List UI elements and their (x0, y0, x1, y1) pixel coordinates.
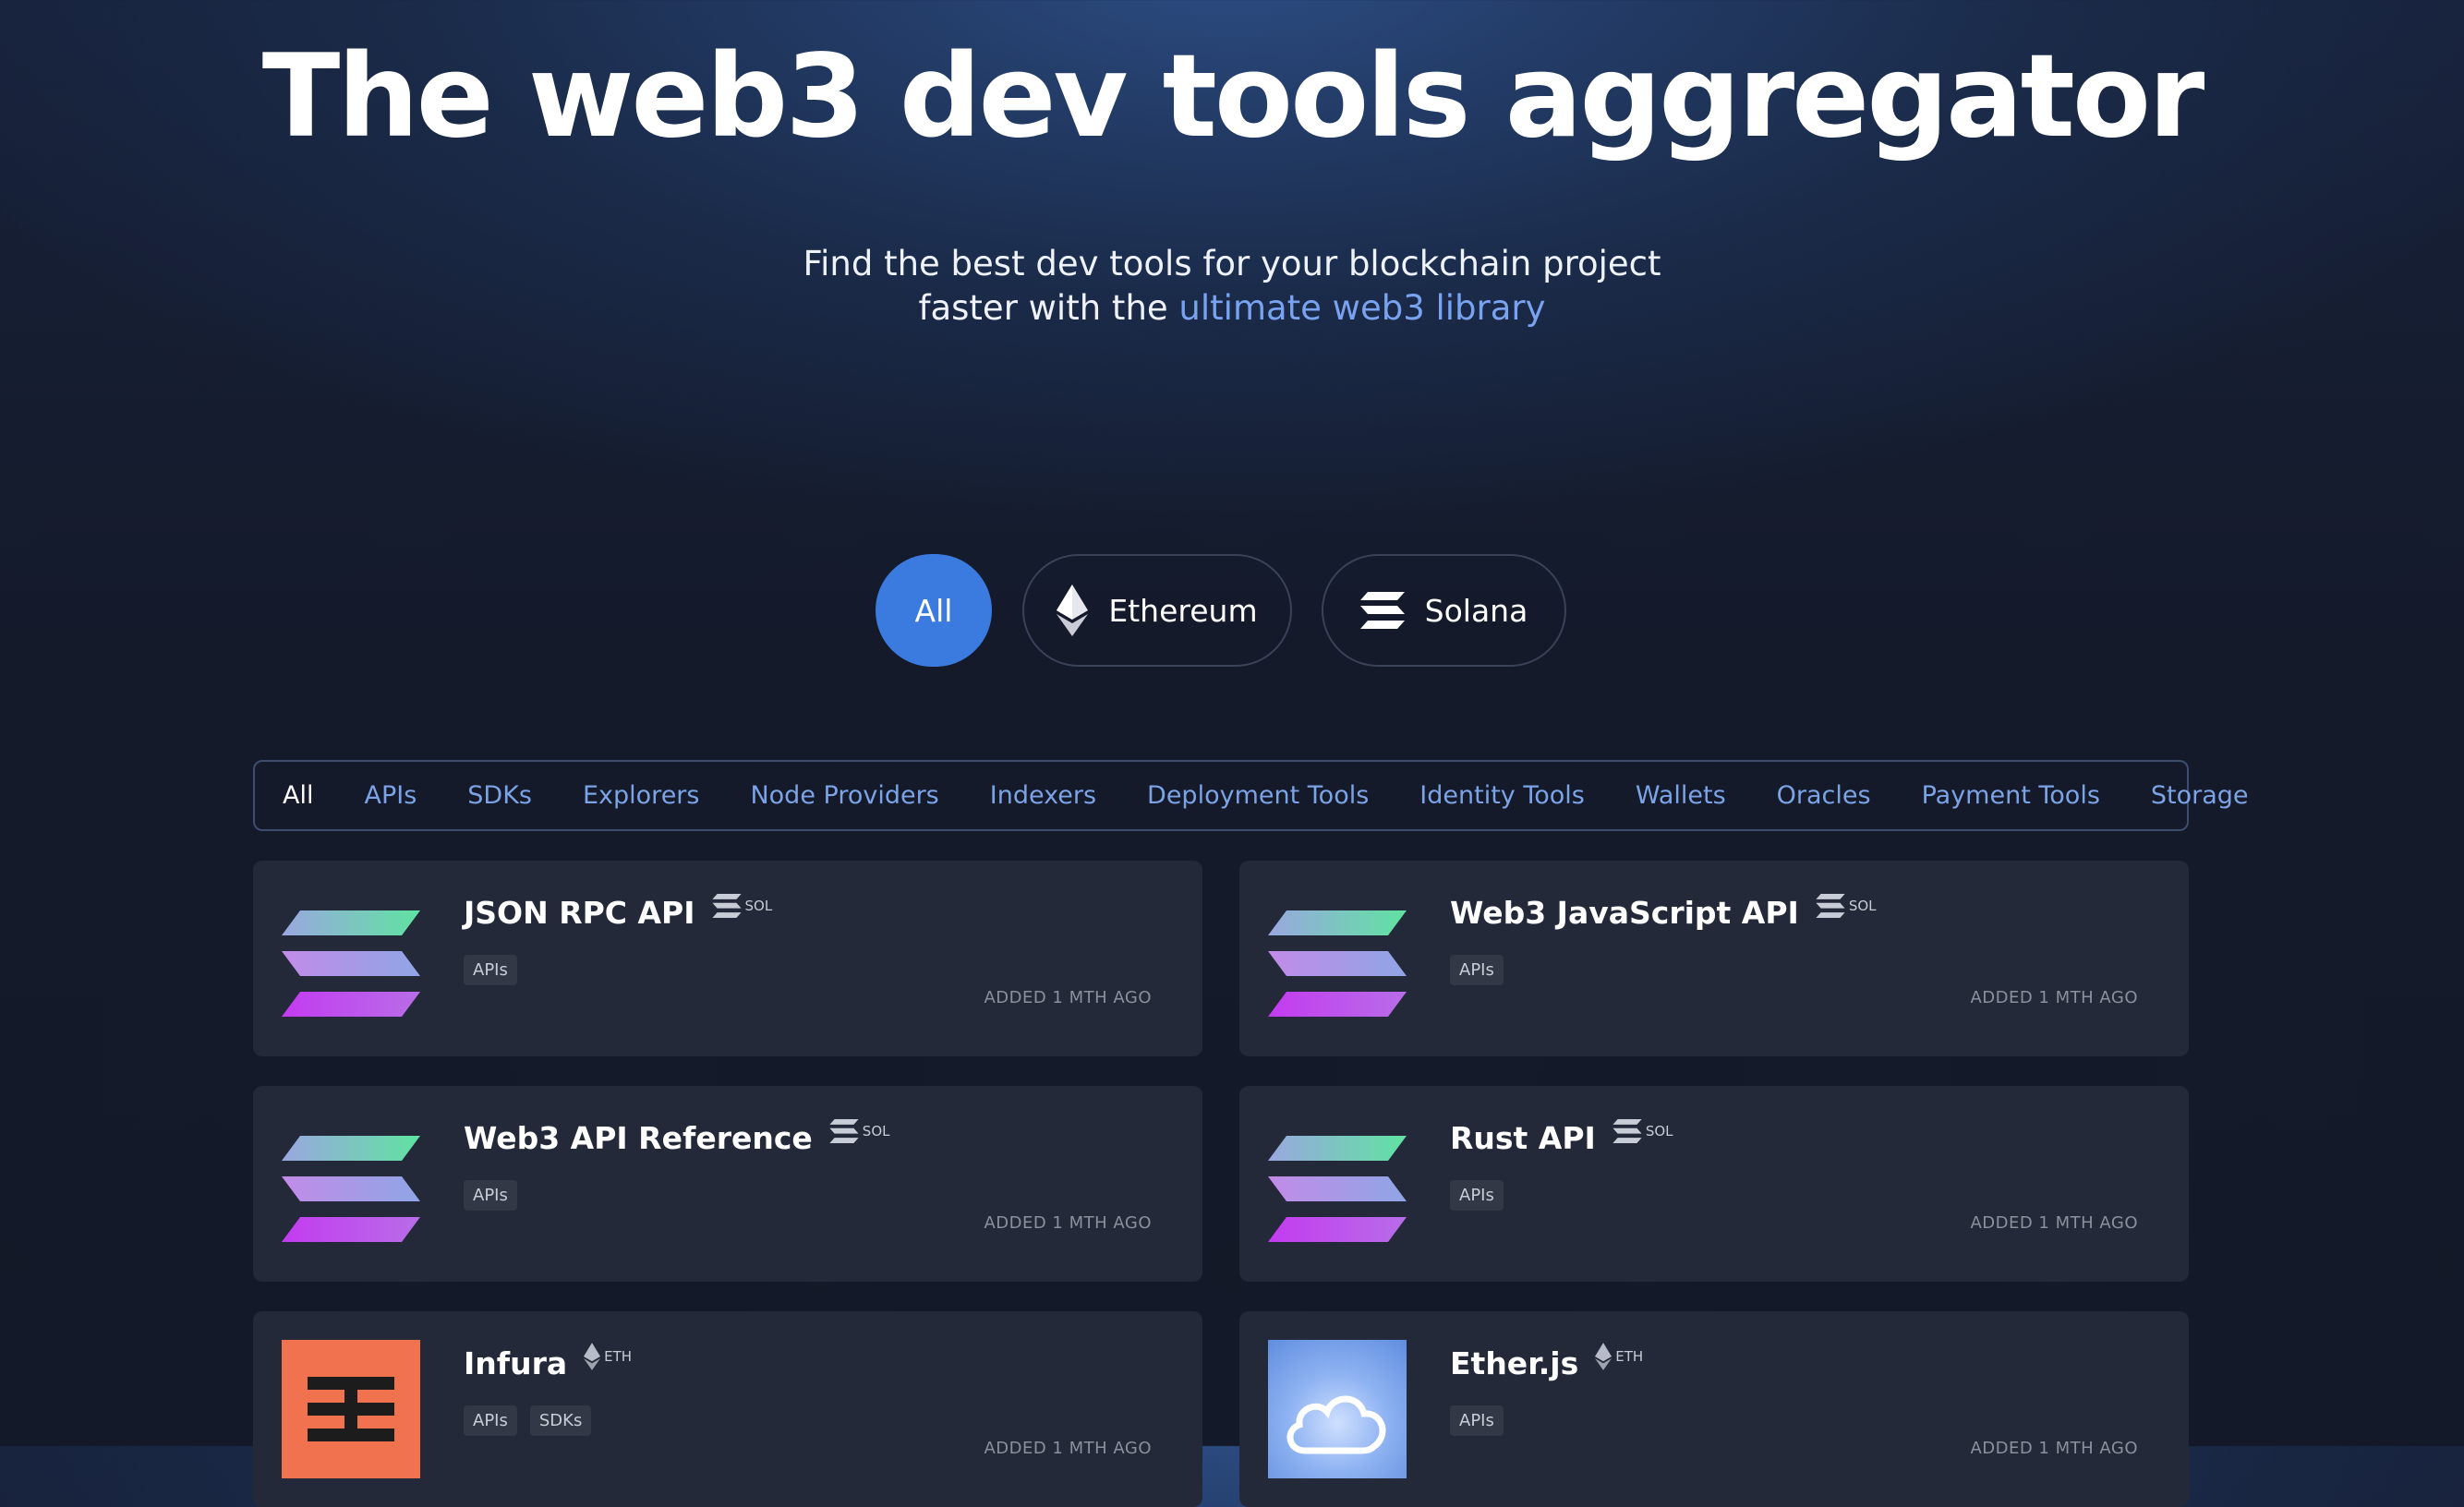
category-tab-sdks[interactable]: SDKs (467, 781, 532, 810)
solana-logo-icon (282, 889, 420, 1028)
category-tab-all[interactable]: All (283, 781, 313, 810)
chain-badge-label: SOL (862, 1123, 890, 1139)
tool-name: Ether.js (1450, 1344, 1579, 1381)
added-date: ADDED 1 MTH AGO (1970, 988, 2138, 1007)
solana-logo-icon (1268, 889, 1407, 1028)
ethereum-icon (1595, 1343, 1612, 1370)
infura-logo-icon (282, 1340, 420, 1478)
hero-subtitle-line1: Find the best dev tools for your blockch… (803, 244, 1661, 283)
cloud-logo-icon (1268, 1340, 1407, 1478)
tool-card[interactable]: JSON RPC API SOL APIs ADDED 1 MTH AGO (253, 861, 1202, 1056)
chain-badge-label: ETH (1615, 1348, 1644, 1365)
tag: SDKs (529, 1405, 592, 1436)
solana-logo-icon (1268, 1115, 1407, 1253)
chain-badge: SOL (711, 894, 773, 918)
tag: APIs (1450, 1405, 1504, 1436)
ultimate-library-link[interactable]: ultimate web3 library (1178, 288, 1545, 328)
solana-icon (1816, 894, 1845, 918)
tool-name: Infura (464, 1344, 568, 1381)
added-date: ADDED 1 MTH AGO (1970, 1213, 2138, 1233)
added-date: ADDED 1 MTH AGO (984, 1439, 1152, 1458)
chain-filter-label: Solana (1424, 592, 1528, 629)
category-tab-indexers[interactable]: Indexers (990, 781, 1096, 810)
added-date: ADDED 1 MTH AGO (984, 1213, 1152, 1233)
chain-filter-label: Ethereum (1108, 592, 1258, 629)
tool-card[interactable]: Infura ETH APIs SDKs ADDED 1 MTH AGO (253, 1311, 1202, 1507)
category-tabs: All APIs SDKs Explorers Node Providers I… (253, 760, 2249, 831)
tool-card[interactable]: Ether.js ETH APIs ADDED 1 MTH AGO (1239, 1311, 2189, 1507)
category-tab-wallets[interactable]: Wallets (1636, 781, 1726, 810)
tag: APIs (464, 1180, 517, 1211)
tool-card[interactable]: Web3 JavaScript API SOL APIs ADDED 1 MTH… (1239, 861, 2189, 1056)
solana-icon (711, 894, 742, 918)
category-tab-explorers[interactable]: Explorers (583, 781, 699, 810)
category-tab-oracles[interactable]: Oracles (1777, 781, 1871, 810)
chain-badge-label: SOL (1645, 1123, 1673, 1139)
chain-filter-ethereum[interactable]: Ethereum (1022, 554, 1292, 667)
chain-badge-label: SOL (1848, 898, 1877, 914)
chain-badge: ETH (1595, 1343, 1643, 1370)
chain-badge: SOL (1816, 894, 1877, 918)
tool-card[interactable]: Web3 API Reference SOL APIs ADDED 1 MTH … (253, 1086, 1202, 1282)
tool-name: Rust API (1450, 1119, 1596, 1156)
added-date: ADDED 1 MTH AGO (1970, 1439, 2138, 1458)
tool-name: Web3 JavaScript API (1450, 894, 1799, 931)
category-tab-apis[interactable]: APIs (364, 781, 417, 810)
ethereum-icon (1057, 585, 1089, 636)
chain-badge: SOL (829, 1119, 890, 1143)
chain-badge: SOL (1612, 1119, 1673, 1143)
tool-name: Web3 API Reference (464, 1119, 813, 1156)
category-tab-deployment-tools[interactable]: Deployment Tools (1147, 781, 1369, 810)
chain-badge: ETH (584, 1343, 632, 1370)
solana-icon (829, 1119, 859, 1143)
solana-icon (1359, 592, 1405, 629)
chain-filter-label: All (914, 592, 953, 629)
tag: APIs (1450, 955, 1504, 985)
chain-badge-label: SOL (744, 898, 773, 914)
page-title: The web3 dev tools aggregator (261, 30, 2205, 163)
solana-logo-icon (282, 1115, 420, 1253)
category-tab-node-providers[interactable]: Node Providers (750, 781, 938, 810)
chain-filter-solana[interactable]: Solana (1322, 554, 1566, 667)
category-tab-storage[interactable]: Storage (2151, 781, 2249, 810)
tag: APIs (464, 955, 517, 985)
category-tab-identity-tools[interactable]: Identity Tools (1419, 781, 1585, 810)
chain-filter-all[interactable]: All (876, 554, 992, 667)
hero-subtitle-prefix: faster with the (918, 288, 1179, 328)
solana-icon (1612, 1119, 1642, 1143)
category-tab-payment-tools[interactable]: Payment Tools (1922, 781, 2100, 810)
tag: APIs (1450, 1180, 1504, 1211)
hero-subtitle-line2: faster with the ultimate web3 library (0, 286, 2464, 331)
ethereum-icon (584, 1343, 601, 1370)
hero-subtitle: Find the best dev tools for your blockch… (0, 242, 2464, 331)
tool-name: JSON RPC API (464, 894, 695, 931)
tag: APIs (464, 1405, 517, 1436)
chain-badge-label: ETH (604, 1348, 633, 1365)
added-date: ADDED 1 MTH AGO (984, 988, 1152, 1007)
tool-card[interactable]: Rust API SOL APIs ADDED 1 MTH AGO (1239, 1086, 2189, 1282)
